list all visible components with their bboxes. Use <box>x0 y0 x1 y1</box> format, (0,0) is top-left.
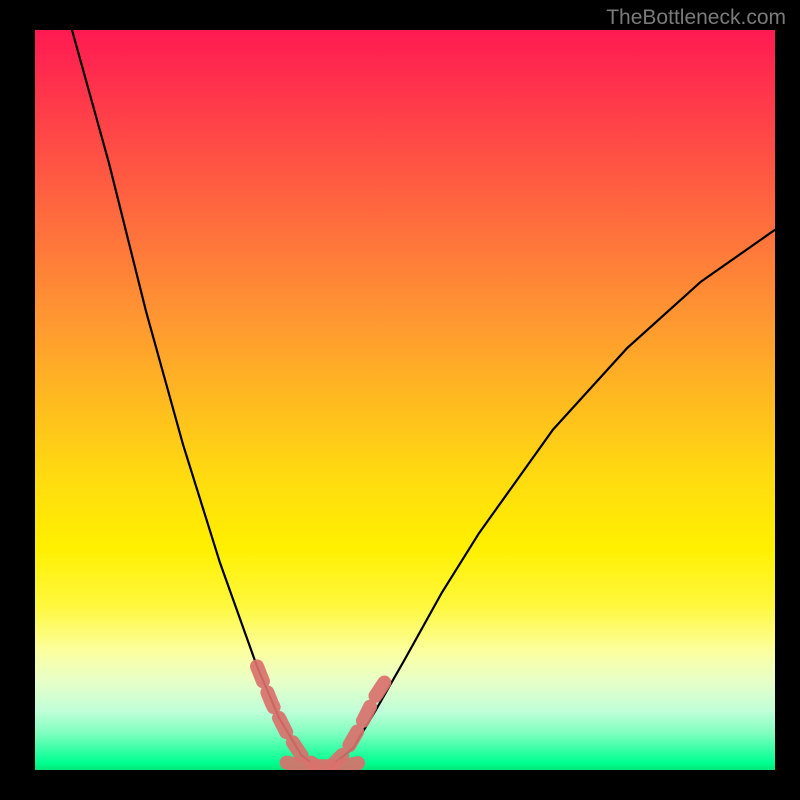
series-left-highlight <box>257 666 316 766</box>
curve-layer <box>72 30 775 766</box>
series-left-curve <box>72 30 316 766</box>
watermark-text: TheBottleneck.com <box>606 6 786 30</box>
series-right-curve <box>331 230 775 767</box>
series-trough-highlight <box>287 763 361 767</box>
series-right-highlight <box>331 674 390 767</box>
chart-plot-area <box>35 30 775 770</box>
chart-svg <box>35 30 775 770</box>
